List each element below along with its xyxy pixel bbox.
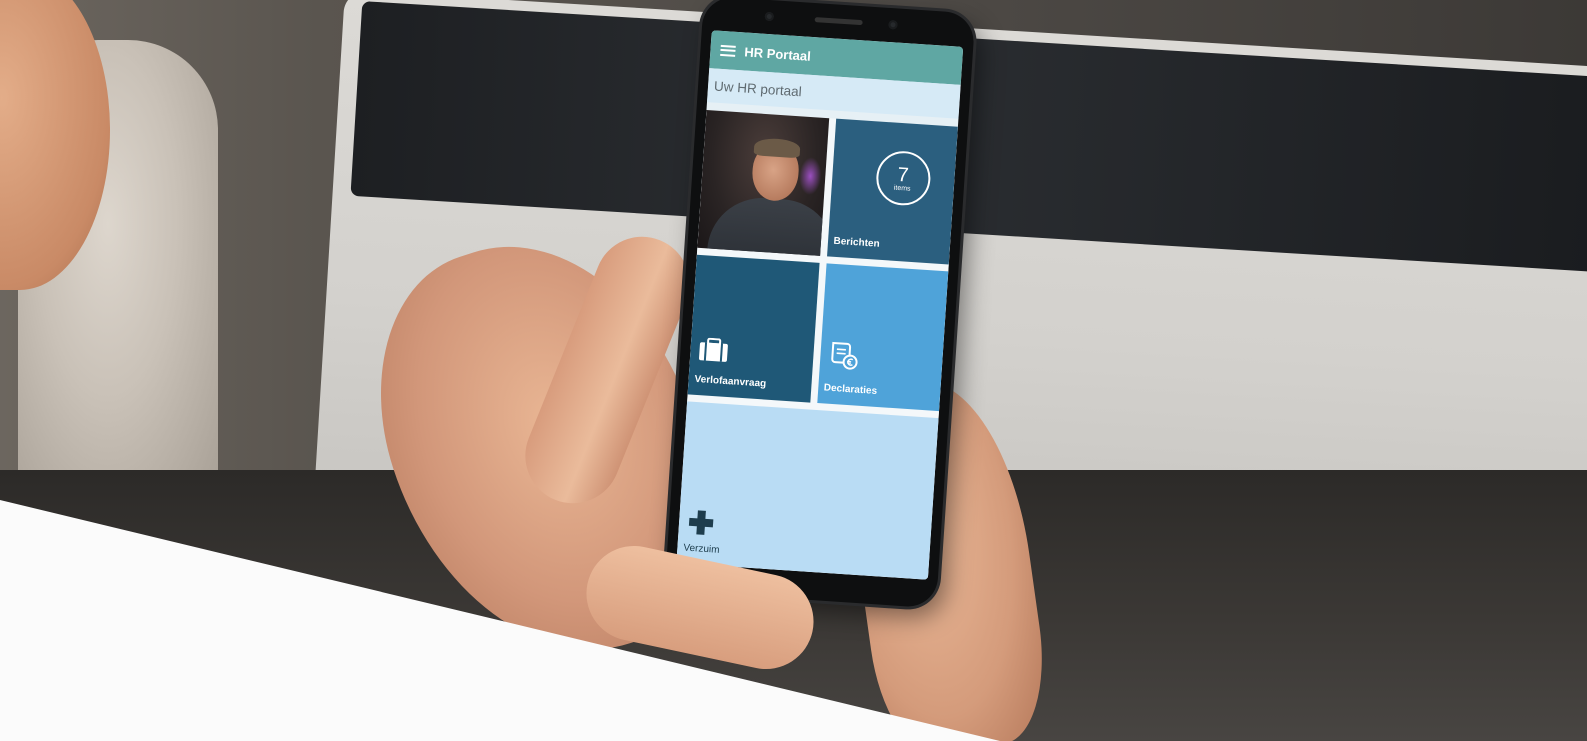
white-diagonal-overlay <box>0 500 1000 741</box>
